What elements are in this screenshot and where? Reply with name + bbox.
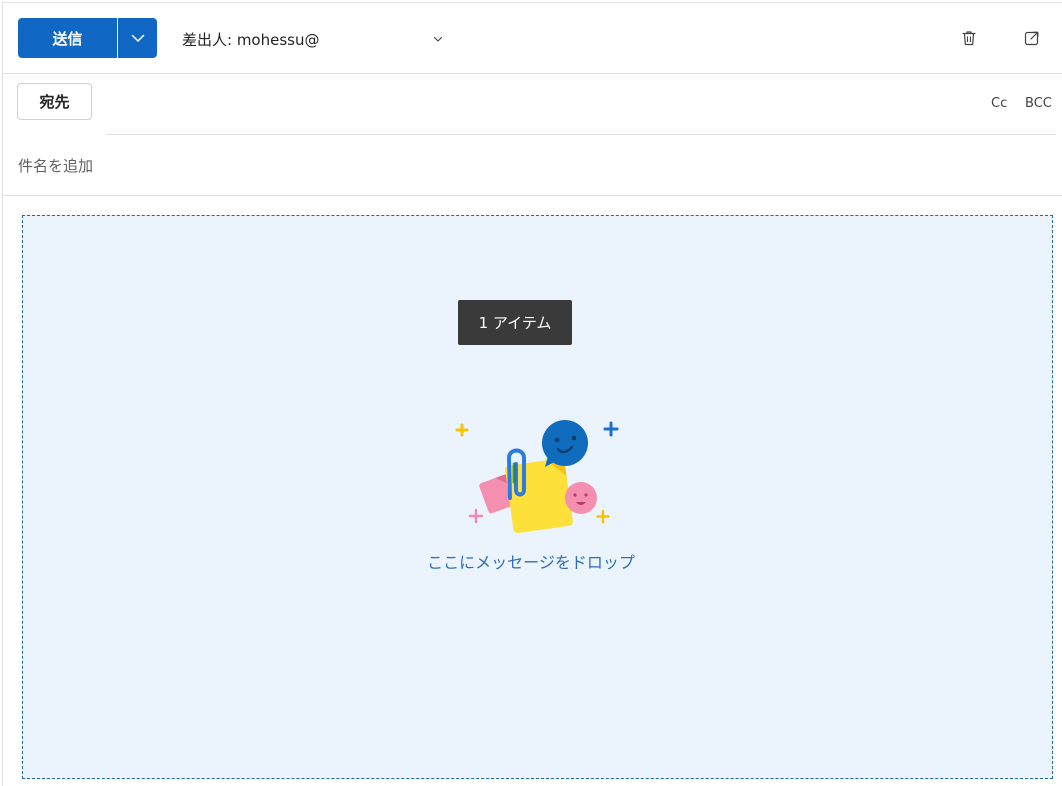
from-selector[interactable]: 差出人: mohessu@ bbox=[182, 28, 444, 50]
send-options-button[interactable] bbox=[118, 18, 157, 58]
pop-out-icon bbox=[1024, 31, 1039, 46]
delete-button[interactable] bbox=[959, 28, 979, 48]
subject-divider bbox=[3, 195, 1062, 196]
bcc-button[interactable]: BCC bbox=[1025, 96, 1052, 111]
drop-message: ここにメッセージをドロップ bbox=[427, 553, 635, 572]
send-button[interactable]: 送信 bbox=[18, 18, 117, 58]
chevron-down-icon bbox=[131, 34, 144, 42]
to-field[interactable] bbox=[106, 134, 1056, 135]
drop-illustration-icon bbox=[455, 420, 619, 534]
to-button[interactable]: 宛先 bbox=[17, 83, 92, 120]
toolbar-divider bbox=[3, 73, 1062, 74]
drag-item-count-tooltip: 1 アイテム bbox=[458, 300, 572, 345]
send-divider bbox=[117, 18, 118, 58]
from-label: 差出人: mohessu@ bbox=[182, 30, 320, 49]
pop-out-button[interactable] bbox=[1022, 28, 1042, 48]
send-split-button: 送信 bbox=[18, 18, 157, 58]
subject-input[interactable]: 件名を追加 bbox=[18, 155, 93, 176]
chevron-down-icon bbox=[433, 36, 443, 42]
cc-button[interactable]: Cc bbox=[991, 96, 1007, 111]
trash-icon bbox=[962, 31, 976, 46]
